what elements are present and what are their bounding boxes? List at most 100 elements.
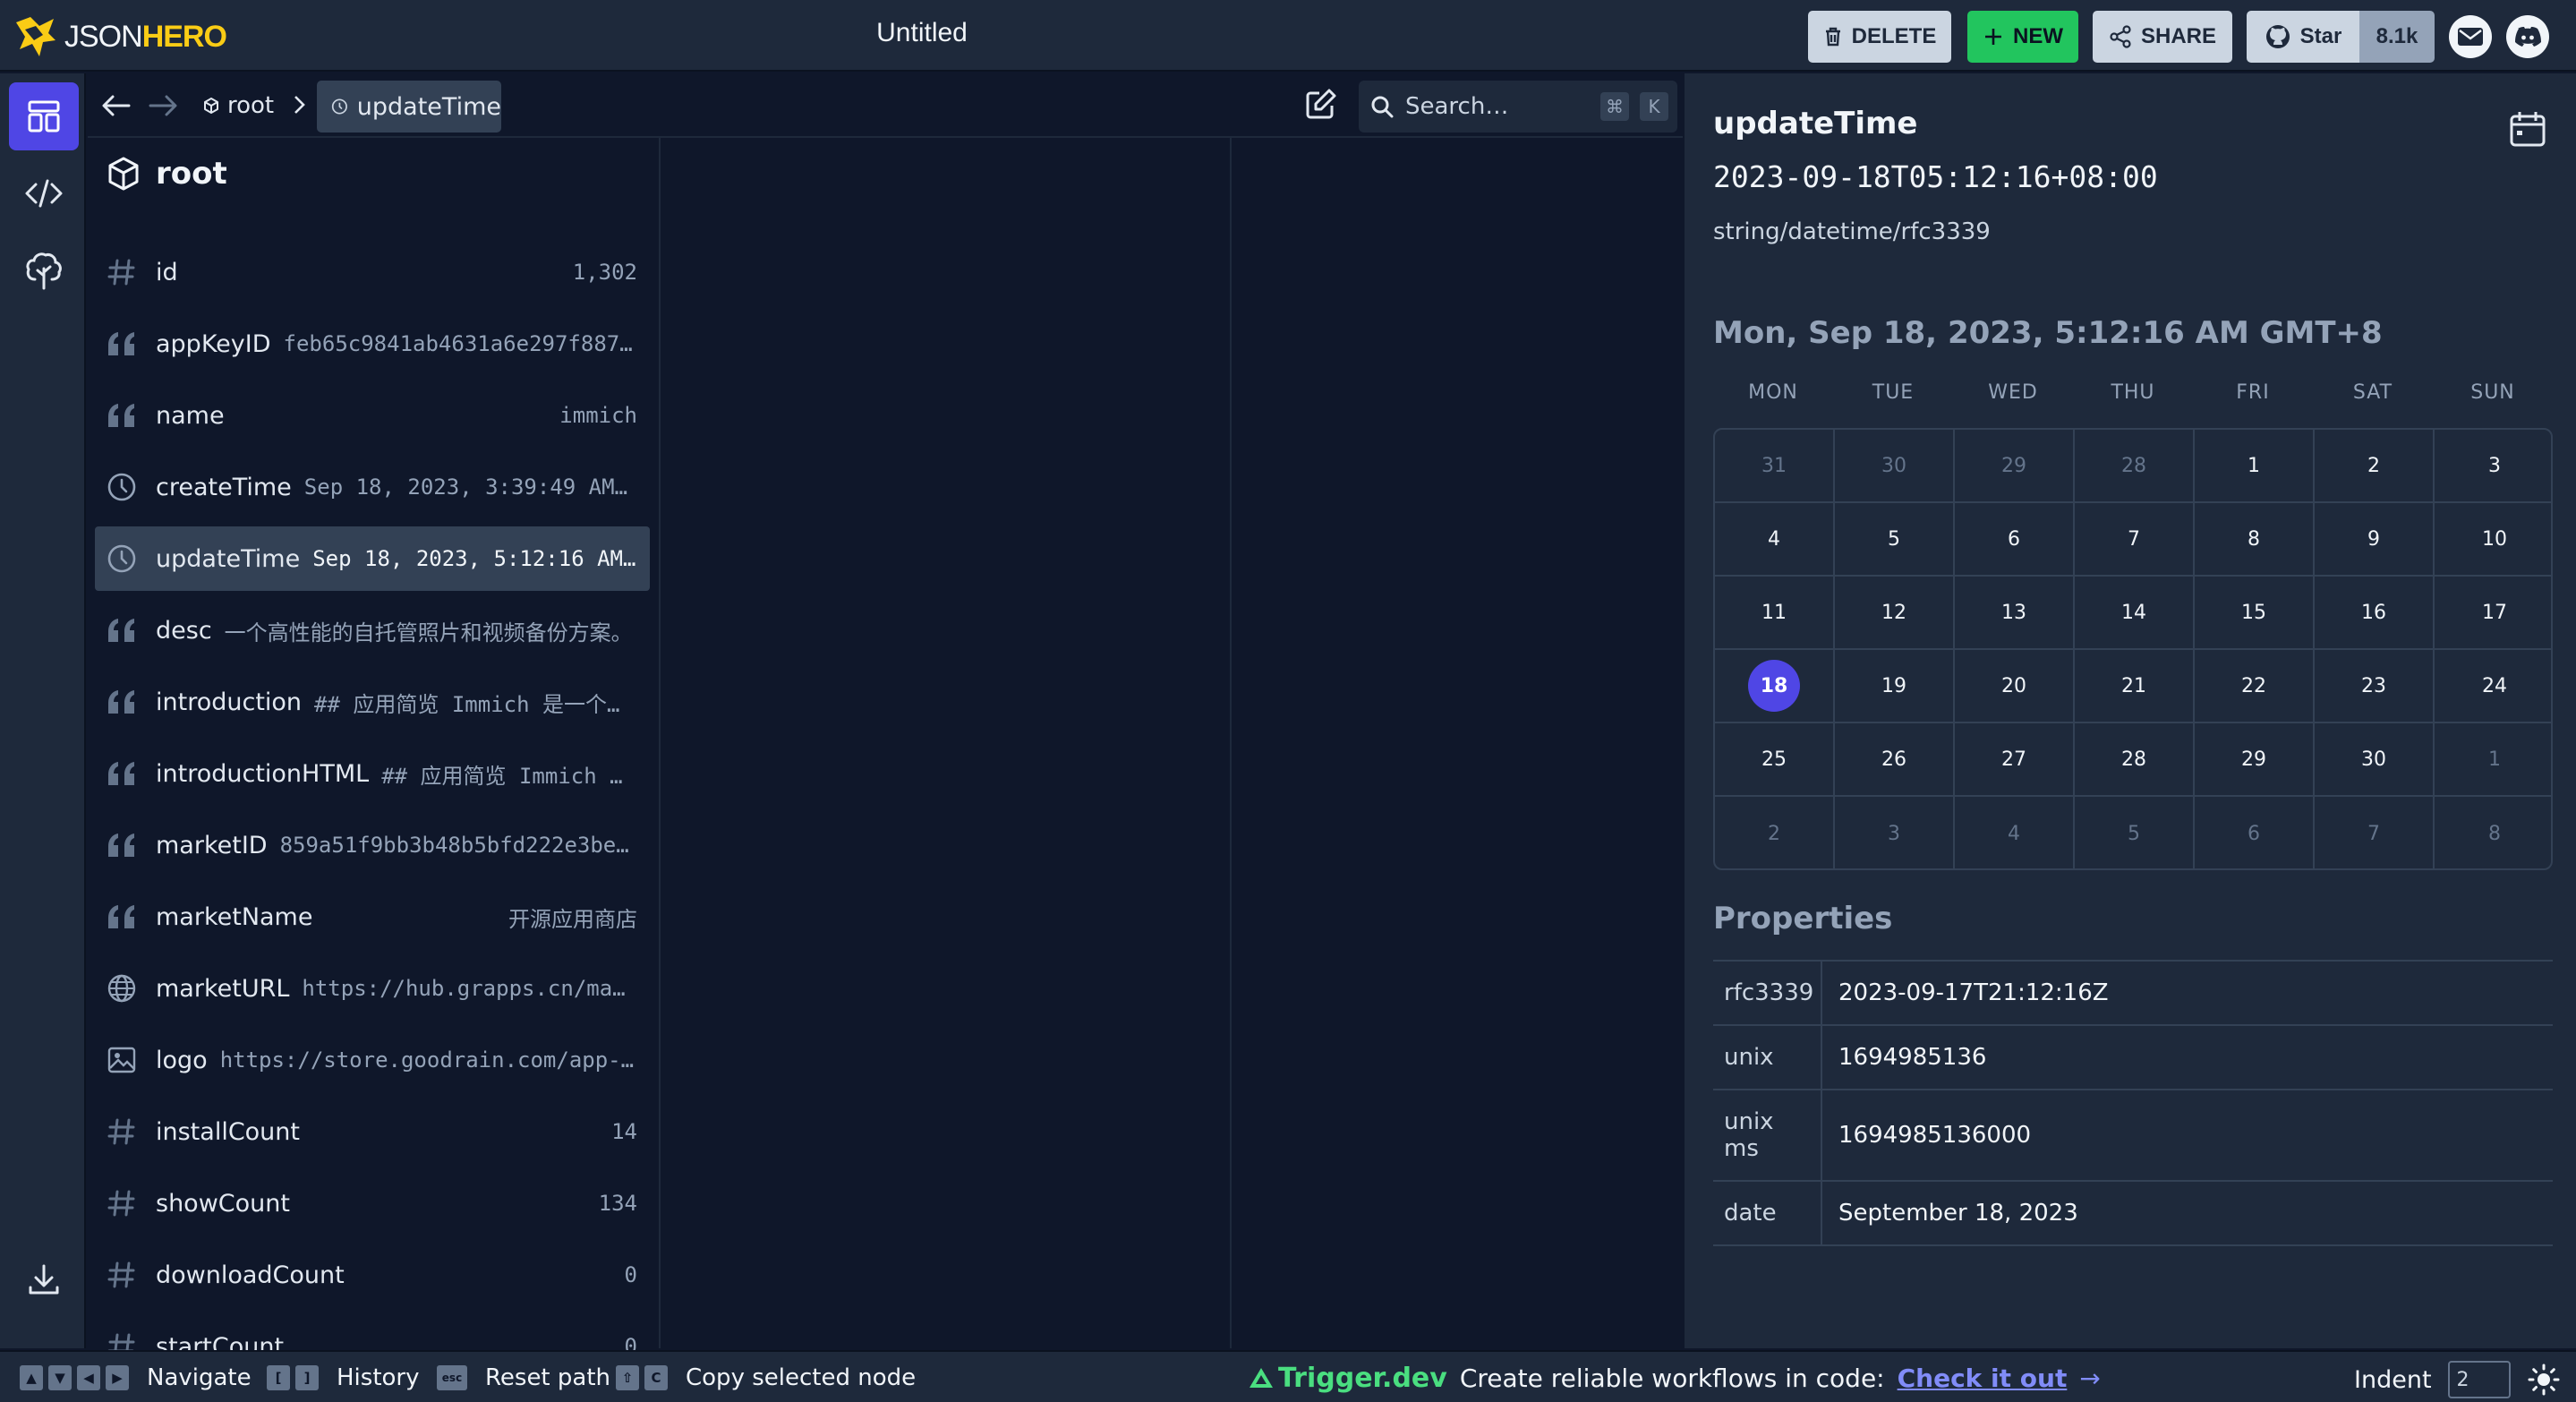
calendar-day[interactable]: 4 — [1715, 503, 1835, 577]
calendar-day[interactable]: 22 — [2195, 650, 2315, 723]
calendar-day[interactable]: 17 — [2435, 577, 2551, 650]
calendar-day[interactable]: 28 — [2075, 723, 2195, 797]
calendar-day[interactable]: 4 — [1955, 797, 2075, 868]
tree-row-showCount[interactable]: showCount 134 — [95, 1171, 650, 1235]
calendar-day[interactable]: 2 — [2315, 430, 2435, 503]
property-value[interactable]: 2023-09-17T21:12:16Z — [1822, 962, 2553, 1024]
calendar-day[interactable]: 11 — [1715, 577, 1835, 650]
quote-icon — [104, 612, 140, 648]
promo-text: Create reliable workflows in code: — [1459, 1363, 1885, 1393]
calendar-day[interactable]: 7 — [2315, 797, 2435, 868]
calendar-icon — [2510, 112, 2546, 147]
calendar-day[interactable]: 28 — [2075, 430, 2195, 503]
calendar-day-number: 30 — [1881, 454, 1906, 477]
calendar-day[interactable]: 2 — [1715, 797, 1835, 868]
calendar-day[interactable]: 29 — [1955, 430, 2075, 503]
calendar-day[interactable]: 16 — [2315, 577, 2435, 650]
tree-row-updateTime[interactable]: updateTime Sep 18, 2023, 5:12:16 AM … — [95, 526, 650, 591]
tree-row-logo[interactable]: logo https://store.goodrain.com/app-… — [95, 1028, 650, 1092]
tree-row-desc[interactable]: desc 一个高性能的自托管照片和视频备份方案。 — [95, 598, 650, 663]
calendar-day-number: 29 — [2001, 454, 2026, 477]
calendar-day[interactable]: 19 — [1835, 650, 1955, 723]
calendar-day[interactable]: 30 — [2315, 723, 2435, 797]
column-view-button[interactable] — [9, 82, 79, 150]
tree-row-createTime[interactable]: createTime Sep 18, 2023, 3:39:49 AM G… — [95, 455, 650, 519]
discord-icon[interactable] — [2506, 15, 2549, 58]
search-input[interactable]: Search… ⌘ K — [1359, 81, 1677, 133]
tree-row-marketID[interactable]: marketID 859a51f9bb3b48b5bfd222e3bef5… — [95, 813, 650, 877]
tree-row-value: immich — [559, 403, 637, 428]
calendar-day[interactable]: 21 — [2075, 650, 2195, 723]
tree-row-id[interactable]: id 1,302 — [95, 240, 650, 304]
calendar-day[interactable]: 6 — [1955, 503, 2075, 577]
calendar-day[interactable]: 3 — [1835, 797, 1955, 868]
calendar-day[interactable]: 20 — [1955, 650, 2075, 723]
calendar-day[interactable]: 18 — [1715, 650, 1835, 723]
mail-icon[interactable] — [2449, 15, 2492, 58]
calendar-day[interactable]: 24 — [2435, 650, 2551, 723]
code-view-button[interactable] — [9, 159, 79, 227]
jsonhero-logo[interactable]: JSONHERO — [13, 13, 227, 61]
tree-row-value: 14 — [611, 1119, 637, 1144]
delete-button[interactable]: DELETE — [1808, 11, 1951, 63]
calendar-day[interactable]: 8 — [2435, 797, 2551, 868]
property-value[interactable]: 1694985136 — [1822, 1026, 2553, 1089]
calendar-day[interactable]: 5 — [1835, 503, 1955, 577]
calendar-day[interactable]: 30 — [1835, 430, 1955, 503]
edit-icon[interactable] — [1303, 86, 1339, 122]
property-value[interactable]: 1694985136000 — [1822, 1090, 2553, 1180]
tree-row-marketName[interactable]: marketName 开源应用商店 — [95, 885, 650, 949]
calendar-day[interactable]: 14 — [2075, 577, 2195, 650]
tree-row-downloadCount[interactable]: downloadCount 0 — [95, 1243, 650, 1307]
promo-link[interactable]: Check it out — [1898, 1364, 2068, 1393]
tree-row-key: introductionHTML — [156, 759, 370, 788]
calendar-day[interactable]: 25 — [1715, 723, 1835, 797]
breadcrumb-root-label: root — [227, 92, 275, 119]
calendar-day[interactable]: 3 — [2435, 430, 2551, 503]
calendar-day[interactable]: 15 — [2195, 577, 2315, 650]
calendar-day[interactable]: 29 — [2195, 723, 2315, 797]
tree-row-marketURL[interactable]: marketURL https://hub.grapps.cn/mark… — [95, 956, 650, 1021]
calendar-day[interactable]: 1 — [2195, 430, 2315, 503]
calendar-day[interactable]: 7 — [2075, 503, 2195, 577]
new-button[interactable]: NEW — [1967, 11, 2078, 63]
calendar-day[interactable]: 10 — [2435, 503, 2551, 577]
calendar-day[interactable]: 6 — [2195, 797, 2315, 868]
weekday-header: SUN — [2470, 381, 2515, 404]
tree-row-installCount[interactable]: installCount 14 — [95, 1099, 650, 1164]
tree-row-introductionHTML[interactable]: introductionHTML ## 应用简览 Immich 是… — [95, 741, 650, 806]
calendar-day[interactable]: 12 — [1835, 577, 1955, 650]
selected-value[interactable]: 2023-09-18T05:12:16+08:00 — [1713, 159, 2158, 194]
tree-root-heading[interactable]: root — [106, 156, 227, 192]
indent-input[interactable]: 2 — [2447, 1361, 2511, 1398]
property-value[interactable]: September 18, 2023 — [1822, 1182, 2553, 1244]
document-title[interactable]: Untitled — [806, 18, 1038, 48]
forward-arrow-icon[interactable] — [147, 90, 179, 122]
breadcrumb-current[interactable]: updateTime — [317, 81, 501, 133]
breadcrumb-root[interactable]: root — [202, 88, 274, 124]
star-count-badge[interactable]: 8.1k — [2359, 11, 2435, 63]
shift-key-icon: ⇧ — [616, 1365, 639, 1390]
tree-row-introduction[interactable]: introduction ## 应用简览 Immich 是一个高… — [95, 670, 650, 734]
tree-row-name[interactable]: name immich — [95, 383, 650, 448]
tree-row-appKeyID[interactable]: appKeyID feb65c9841ab4631a6e297f8877… — [95, 312, 650, 376]
calendar-day[interactable]: 13 — [1955, 577, 2075, 650]
calendar-day-number: 10 — [2482, 527, 2507, 551]
tree-row-value: 一个高性能的自托管照片和视频备份方案。 — [224, 620, 633, 645]
back-arrow-icon[interactable] — [100, 90, 132, 122]
share-button[interactable]: SHARE — [2093, 11, 2232, 63]
theme-sun-icon[interactable] — [2527, 1363, 2561, 1397]
tree-view-button[interactable] — [9, 236, 79, 304]
clock-icon — [331, 98, 347, 115]
calendar-day[interactable]: 23 — [2315, 650, 2435, 723]
calendar-day[interactable]: 26 — [1835, 723, 1955, 797]
calendar-day[interactable]: 9 — [2315, 503, 2435, 577]
github-star-button[interactable]: Star — [2247, 11, 2359, 63]
calendar-day-number: 5 — [2128, 822, 2140, 845]
calendar-day[interactable]: 31 — [1715, 430, 1835, 503]
calendar-day[interactable]: 8 — [2195, 503, 2315, 577]
calendar-day[interactable]: 27 — [1955, 723, 2075, 797]
calendar-day[interactable]: 1 — [2435, 723, 2551, 797]
calendar-day[interactable]: 5 — [2075, 797, 2195, 868]
download-button[interactable] — [9, 1246, 79, 1314]
